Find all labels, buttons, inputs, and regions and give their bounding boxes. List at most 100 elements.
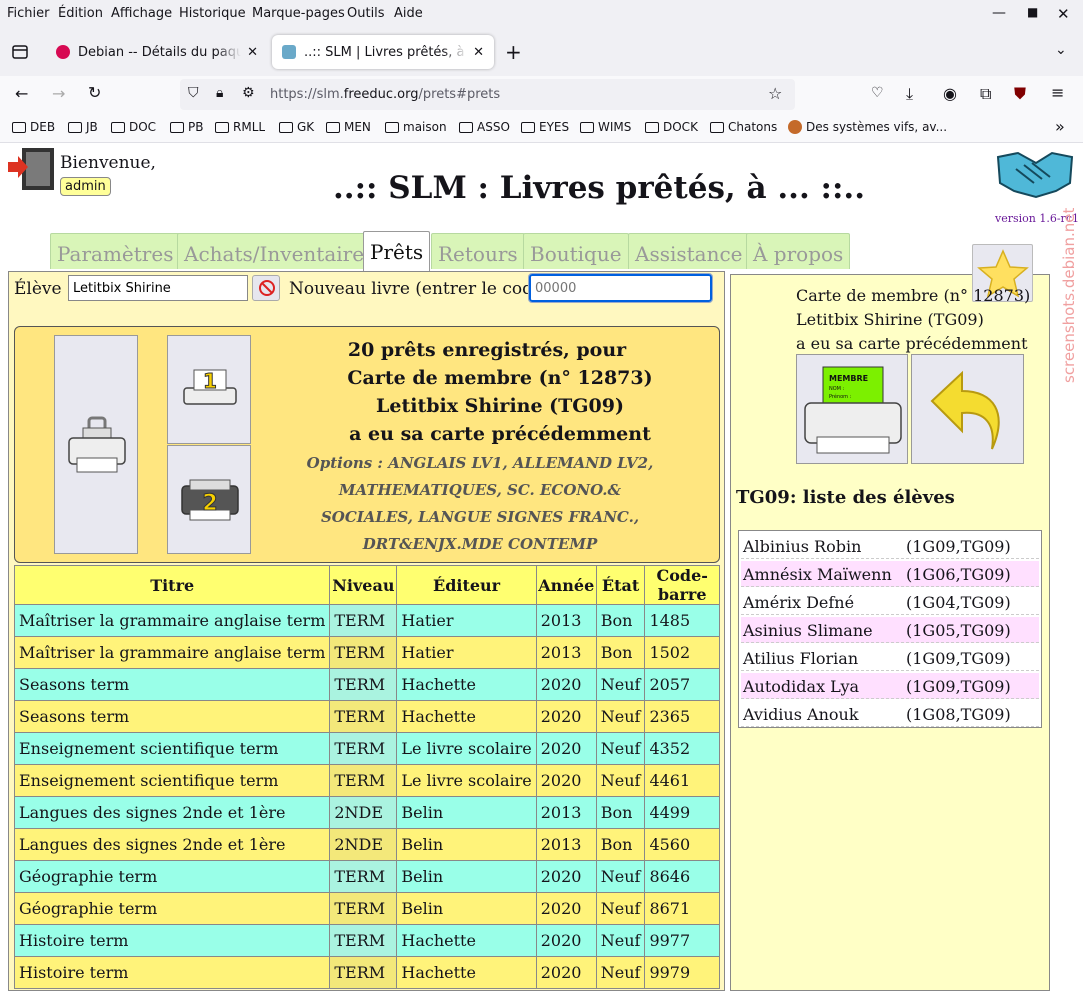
undo-button[interactable] [911,354,1024,464]
col-titre[interactable]: Titre [13,565,331,605]
col-code-barre[interactable]: Code-barre [644,565,720,605]
print-two-button[interactable]: 2 [167,445,251,554]
card-nom-label: NOM : [829,386,845,392]
col-etat[interactable]: État [595,565,646,605]
cell-etat: Bon [595,796,646,829]
student-item[interactable]: Avidius Anouk (1G08,TG09) [741,701,1039,727]
bookmark-link[interactable]: Des systèmes vifs, av... [788,120,947,134]
url-text[interactable]: https://slm.freeduc.org/prets#prets [270,87,500,102]
tab-parametres[interactable]: Paramètres [50,233,181,269]
bookmark-folder[interactable]: maison [385,120,447,134]
cell-titre: Géographie term [13,892,331,925]
book-code-input[interactable] [528,273,713,303]
print-one-button[interactable]: 1 [167,335,251,444]
print-card-button[interactable]: MEMBRE NOM : Prénom : [796,354,908,464]
bookmark-folder[interactable]: EYES [521,120,569,134]
table-row[interactable]: Histoire term TERM Hachette 2020 Neuf 9977 [13,924,720,957]
account-icon[interactable]: ◉ [943,84,957,103]
student-item[interactable]: Amérix Defné (1G04,TG09) [741,589,1039,615]
student-item[interactable]: Autodidax Lya (1G09,TG09) [741,673,1039,699]
bookmark-folder[interactable]: DOCK [645,120,698,134]
user-badge[interactable]: admin [60,177,111,196]
tab-slm[interactable]: ..:: SLM | Livres prêtés, à ... ::.. ✕ [272,35,494,69]
table-row[interactable]: Enseignement scientifique term TERM Le liv… [13,764,720,797]
back-icon[interactable]: ← [15,84,28,103]
table-row[interactable]: Langues des signes 2nde et 1ère 2NDE Belin… [13,828,720,861]
bookmark-folder[interactable]: WIMS [580,120,631,134]
new-tab-icon[interactable]: + [505,40,522,64]
shield-icon[interactable]: ⛉ [188,85,199,101]
table-row[interactable]: Seasons term TERM Hachette 2020 Neuf 2057 [13,668,720,701]
bookmark-folder[interactable]: DOC [111,120,156,134]
print-all-button[interactable] [54,335,138,554]
table-row[interactable]: Seasons term TERM Hachette 2020 Neuf 2365 [13,700,720,733]
col-niveau[interactable]: Niveau [329,565,398,605]
menu-outils[interactable]: Outils [347,6,385,21]
tab-prets[interactable]: Prêts [363,231,431,271]
tab-achats-inventaire[interactable]: Achats/Inventaire [177,233,372,269]
site-permissions-icon[interactable]: ⚙ [242,85,255,101]
table-row[interactable]: Géographie term TERM Belin 2020 Neuf 8671 [13,892,720,925]
close-window-icon[interactable]: ✕ [1057,5,1070,23]
tab-retours[interactable]: Retours [431,233,525,269]
more-bookmarks-icon[interactable]: » [1055,117,1065,136]
lock-icon[interactable]: 🔒︎ [216,85,223,101]
bookmark-folder[interactable]: GK [279,120,314,134]
cell-code-barre: 2057 [644,668,720,701]
firefox-view-icon[interactable] [11,43,29,61]
col-annee[interactable]: Année [535,565,597,605]
menu-affichage[interactable]: Affichage [111,6,172,21]
cell-etat: Neuf [595,668,646,701]
maximize-icon[interactable]: ■ [1027,5,1038,19]
url-bar[interactable]: ⛉ 🔒︎ ⚙ https://slm.freeduc.org/prets#pre… [180,79,795,110]
close-tab-icon[interactable]: ✕ [247,45,258,60]
ublock-icon[interactable]: ⛊ [1014,84,1026,104]
bookmark-folder[interactable]: Chatons [710,120,777,134]
bookmark-folder[interactable]: DEB [12,120,55,134]
reload-icon[interactable]: ↻ [88,83,101,102]
minimize-icon[interactable]: — [992,5,1006,21]
bookmark-folder[interactable]: PB [170,120,203,134]
cell-editeur: Hachette [396,956,537,989]
student-item[interactable]: Asinius Slimane (1G05,TG09) [741,617,1039,643]
downloads-icon[interactable]: ⤓ [906,84,913,104]
menu-edition[interactable]: Édition [58,6,103,21]
table-row[interactable]: Histoire term TERM Hachette 2020 Neuf 9979 [13,956,720,989]
table-row[interactable]: Maîtriser la grammaire anglaise term TERM… [13,636,720,669]
clear-eleve-button[interactable] [252,275,280,301]
bookmark-folder[interactable]: RMLL [215,120,265,134]
eleve-input[interactable] [68,275,248,301]
logout-icon[interactable] [8,146,56,192]
student-item[interactable]: Albinius Robin (1G09,TG09) [741,533,1039,559]
list-tabs-icon[interactable]: ⌄ [1055,42,1067,58]
cell-annee: 2020 [535,764,597,797]
menu-historique[interactable]: Historique [179,6,246,21]
student-item[interactable]: Atilius Florian (1G09,TG09) [741,645,1039,671]
extensions-icon[interactable]: ⧉ [980,84,991,104]
menu-aide[interactable]: Aide [394,6,423,21]
hamburger-menu-icon[interactable]: ≡ [1051,83,1064,102]
cell-etat: Neuf [595,700,646,733]
bookmark-folder[interactable]: JB [68,120,98,134]
tab-boutique[interactable]: Boutique [523,233,629,269]
bookmark-folder[interactable]: MEN [326,120,371,134]
table-row[interactable]: Langues des signes 2nde et 1ère 2NDE Belin… [13,796,720,829]
pocket-icon[interactable]: ♡ [871,85,884,101]
student-item[interactable]: Amnésix Maïwenn (1G06,TG09) [741,561,1039,587]
folder-icon [279,121,293,133]
forward-icon[interactable]: → [52,84,65,103]
col-editeur[interactable]: Éditeur [396,565,537,605]
cell-annee: 2013 [535,828,597,861]
tab-debian[interactable]: Debian -- Détails du paquet sl ✕ [46,35,268,69]
cell-annee: 2013 [535,604,597,637]
bookmark-star-icon[interactable]: ☆ [768,84,782,103]
menu-marque-pages[interactable]: Marque-pages [252,6,345,21]
close-tab-icon[interactable]: ✕ [473,45,484,60]
tab-assistance[interactable]: Assistance [628,233,750,269]
table-row[interactable]: Géographie term TERM Belin 2020 Neuf 8646 [13,860,720,893]
table-row[interactable]: Maîtriser la grammaire anglaise term TERM… [13,604,720,637]
tab-a-propos[interactable]: À propos [746,233,851,269]
bookmark-folder[interactable]: ASSO [459,120,510,134]
table-row[interactable]: Enseignement scientifique term TERM Le liv… [13,732,720,765]
menu-fichier[interactable]: Fichier [7,6,50,21]
